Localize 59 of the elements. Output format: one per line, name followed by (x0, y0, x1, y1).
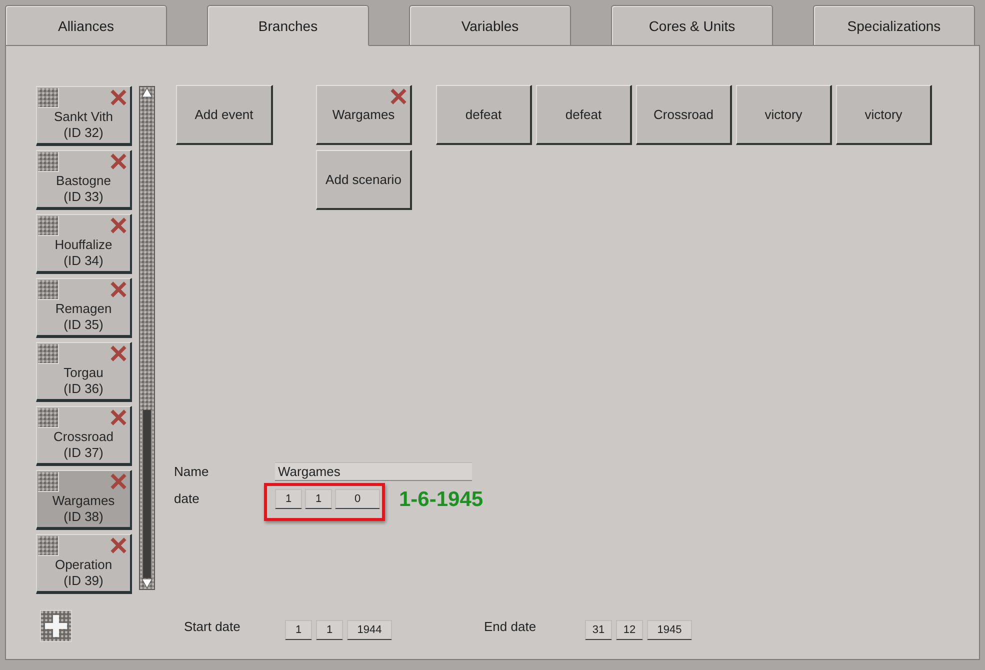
thumbnail-icon (38, 152, 59, 172)
outcome-button[interactable]: victory (836, 85, 932, 145)
delete-icon[interactable] (110, 281, 127, 298)
delete-icon[interactable] (110, 345, 127, 362)
date-label: date (174, 491, 200, 506)
scrollbar-thumb[interactable] (142, 410, 152, 578)
thumbnail-icon (38, 344, 59, 364)
end-date-label: End date (484, 618, 538, 634)
tab[interactable]: Cores & Units (611, 5, 773, 46)
delete-icon[interactable] (110, 217, 127, 234)
name-label: Name (174, 464, 210, 479)
outcome-button[interactable]: defeat (536, 85, 632, 145)
date-field[interactable]: 0 (335, 489, 380, 509)
delete-icon[interactable] (390, 88, 407, 105)
outcome-button[interactable]: Crossroad (636, 85, 732, 145)
start-date-label: Start date (184, 618, 242, 634)
date-field[interactable]: 12 (616, 620, 643, 640)
add-event-button[interactable]: Add event (176, 85, 273, 145)
name-field[interactable]: Wargames (275, 462, 472, 481)
scrollbar-track[interactable] (139, 86, 155, 590)
date-field[interactable]: 1 (285, 620, 312, 640)
tab[interactable]: Alliances (5, 5, 167, 46)
scenario-list-item[interactable]: Crossroad (ID 37) (36, 406, 132, 466)
scenario-list-item[interactable]: Bastogne (ID 33) (36, 150, 132, 210)
tab[interactable]: Variables (409, 5, 571, 46)
delete-icon[interactable] (110, 409, 127, 426)
tab[interactable]: Specializations (813, 5, 975, 46)
date-field[interactable]: 1 (275, 489, 302, 509)
thumbnail-icon (38, 216, 59, 236)
scenario-button[interactable]: Wargames (316, 85, 412, 145)
scenario-list-item[interactable]: Torgau (ID 36) (36, 342, 132, 402)
thumbnail-icon (38, 536, 59, 556)
scenario-list-item[interactable]: Sankt Vith (ID 32) (36, 86, 132, 146)
tab[interactable]: Branches (207, 5, 369, 46)
date-field[interactable]: 1 (305, 489, 332, 509)
scenario-list-item[interactable]: Operation (ID 39) (36, 534, 132, 594)
delete-icon[interactable] (110, 153, 127, 170)
outcome-button[interactable]: victory (736, 85, 832, 145)
date-field[interactable]: 1945 (647, 620, 692, 640)
scenario-list-item[interactable]: Houffalize (ID 34) (36, 214, 132, 274)
date-field[interactable]: 1944 (347, 620, 392, 640)
scenario-list-item[interactable]: Remagen (ID 35) (36, 278, 132, 338)
delete-icon[interactable] (110, 473, 127, 490)
delete-icon[interactable] (110, 89, 127, 106)
date-field[interactable]: 1 (316, 620, 343, 640)
scenario-list-item[interactable]: Wargames (ID 38) (36, 470, 132, 530)
add-scenario-button[interactable]: Add scenario (316, 150, 412, 210)
thumbnail-icon (38, 408, 59, 428)
scroll-up-arrow-icon[interactable] (141, 87, 153, 98)
outcome-button[interactable]: defeat (436, 85, 532, 145)
scroll-down-arrow-icon[interactable] (141, 578, 153, 589)
thumbnail-icon (38, 472, 59, 492)
date-annotation: 1-6-1945 (399, 488, 484, 512)
thumbnail-icon (38, 280, 59, 300)
add-button[interactable] (40, 610, 72, 642)
thumbnail-icon (38, 88, 59, 108)
delete-icon[interactable] (110, 537, 127, 554)
plus-icon (44, 614, 68, 638)
date-field[interactable]: 31 (585, 620, 612, 640)
